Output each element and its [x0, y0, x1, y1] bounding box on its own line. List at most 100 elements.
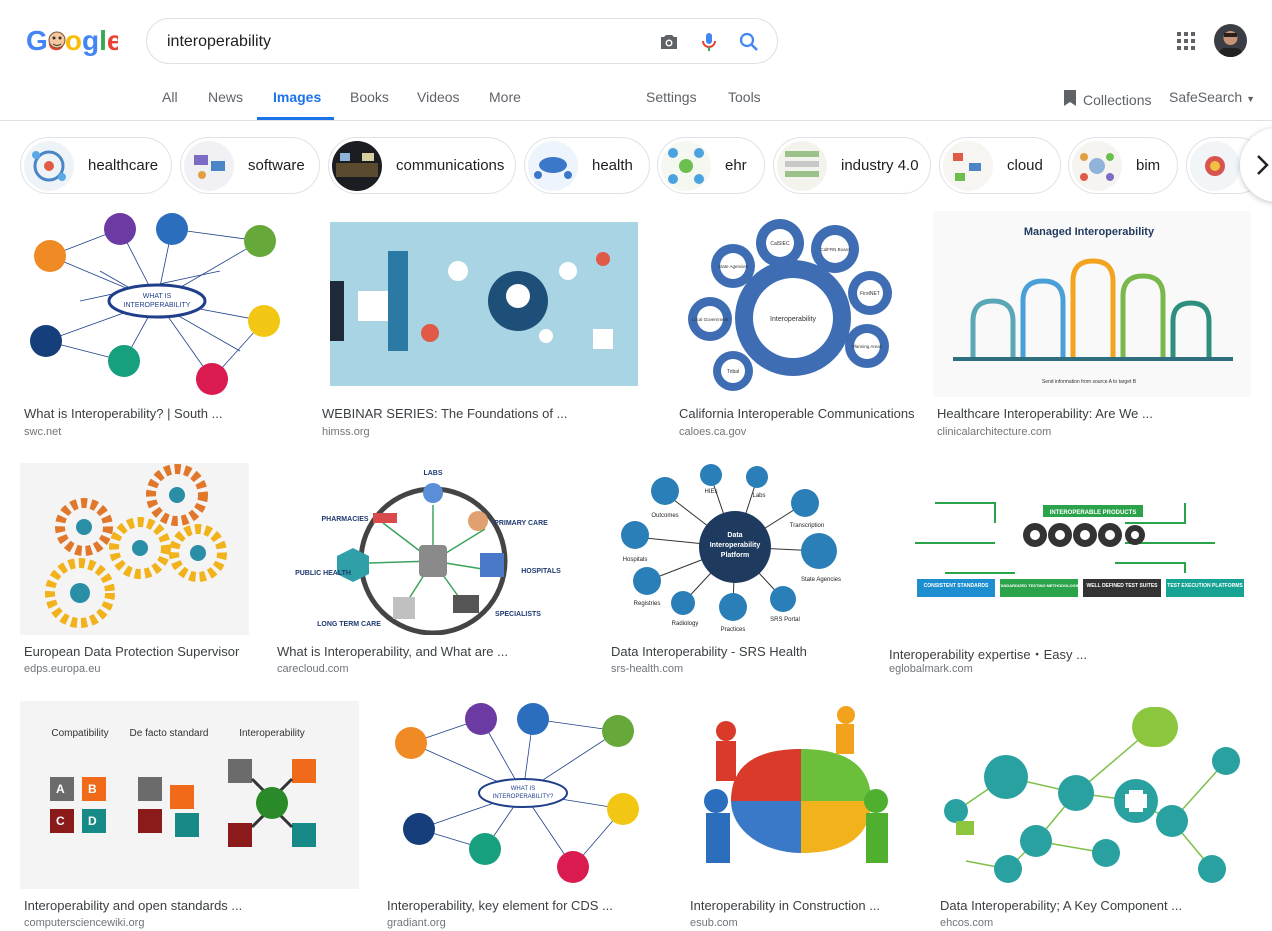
chip-thumbnail: [1190, 140, 1240, 191]
image-text: INTEROPERABILITY?: [493, 794, 554, 800]
result-title: Data Interoperability; A Key Component .…: [940, 898, 1183, 913]
result-title: Interoperability expertise・Easy ...: [889, 647, 1087, 662]
result-title: European Data Protection Supervisor: [24, 644, 240, 659]
image-result[interactable]: LABS PHARMACIES PRIMARY CARE PUBLIC HEAL…: [273, 463, 583, 683]
image-text: Transcription: [790, 523, 824, 529]
image-text: Interoperability: [770, 316, 816, 323]
image-result[interactable]: INTEROPERABLE PRODUCTS CONSISTENT STANDA…: [885, 463, 1251, 683]
image-text: STANDARDIZED TESTING METHODOLOGIES: [996, 583, 1083, 588]
chevron-right-icon: [1254, 153, 1270, 182]
result-title: California Interoperable Communications: [679, 406, 915, 421]
image-text: Hospitals: [623, 557, 648, 563]
tab-all[interactable]: All: [162, 89, 178, 105]
tab-more[interactable]: More: [489, 89, 521, 105]
image-text: Radiology: [672, 621, 699, 627]
result-source: carecloud.com: [277, 663, 349, 675]
avatar[interactable]: [1214, 24, 1247, 57]
result-source: edps.europa.eu: [24, 663, 101, 675]
chip-software[interactable]: software: [180, 137, 320, 194]
result-source: esub.com: [690, 917, 738, 929]
image-text: SRS Portal: [770, 617, 800, 623]
tab-news[interactable]: News: [208, 89, 243, 105]
image-result[interactable]: Data Interoperability Platform HIEs Labs…: [607, 463, 861, 683]
image-result[interactable]: WEBINAR SERIES: The Foundations of ... h…: [318, 211, 650, 441]
apps-grid-icon[interactable]: [1175, 30, 1197, 52]
image-text: Managed Interoperability: [1024, 226, 1155, 238]
collections-button[interactable]: Collections: [1063, 89, 1151, 110]
result-thumbnail: WHAT IS INTEROPERABILITY?: [383, 701, 662, 889]
tab-settings[interactable]: Settings: [646, 89, 697, 105]
collections-label: Collections: [1083, 91, 1152, 108]
image-text: PUBLIC HEALTH: [295, 570, 351, 577]
chip-thumbnail: [24, 140, 74, 191]
image-result[interactable]: Interoperability in Construction ... esu…: [686, 701, 912, 929]
image-text: Compatibility: [51, 728, 108, 739]
image-text: State Agencies: [801, 577, 841, 583]
image-text: Practices: [721, 627, 746, 633]
image-text: Planning Areas: [852, 344, 883, 349]
chip-communications[interactable]: communications: [328, 137, 516, 194]
image-text: SPECIALISTS: [495, 611, 541, 618]
image-text: Send information from source A to target…: [1042, 379, 1137, 385]
result-title: What is Interoperability, and What are .…: [277, 644, 508, 659]
image-text: De facto standard: [130, 728, 209, 739]
result-thumbnail: LABS PHARMACIES PRIMARY CARE PUBLIC HEAL…: [273, 463, 583, 635]
image-result[interactable]: WHAT IS INTEROPERABILITY What is Interop…: [20, 211, 294, 441]
chip-cloud[interactable]: cloud: [939, 137, 1061, 194]
tab-tools[interactable]: Tools: [728, 89, 761, 105]
chip-bim[interactable]: bim: [1068, 137, 1178, 194]
image-result[interactable]: Compatibility De facto standard Interope…: [20, 701, 359, 929]
microphone-icon[interactable]: [697, 30, 721, 54]
image-text: PHARMACIES: [321, 516, 368, 523]
image-text: WHAT IS: [143, 293, 172, 300]
chip-thumbnail: [943, 140, 993, 191]
chip-thumbnail: [777, 140, 827, 191]
image-text: Tribal: [727, 369, 739, 375]
image-text: Interoperability: [239, 728, 305, 739]
chip-label: ehr: [725, 157, 747, 174]
image-text: FirstNET: [860, 291, 880, 297]
result-title: Interoperability in Construction ...: [690, 898, 881, 913]
svg-text:Google: Google: [26, 25, 118, 56]
chip-healthcare[interactable]: healthcare: [20, 137, 172, 194]
safesearch-label: SafeSearch: [1169, 89, 1243, 105]
chip-health[interactable]: health: [524, 137, 650, 194]
safesearch-dropdown[interactable]: SafeSearch ▼: [1169, 89, 1255, 105]
image-text: Outcomes: [651, 513, 678, 519]
tab-images[interactable]: Images: [273, 89, 321, 105]
tab-videos[interactable]: Videos: [417, 89, 460, 105]
image-text: Registries: [634, 601, 661, 607]
image-text: Local Government: [692, 317, 730, 322]
image-result[interactable]: WHAT IS INTEROPERABILITY? Interoperabili…: [383, 701, 662, 929]
image-text: Platform: [721, 552, 749, 559]
chip-label: healthcare: [88, 157, 159, 174]
header-divider: [0, 120, 1272, 121]
tab-books[interactable]: Books: [350, 89, 389, 105]
image-result[interactable]: European Data Protection Supervisor edps…: [20, 463, 249, 683]
image-text: CalSIEC: [770, 241, 790, 247]
chip-industry-4-0[interactable]: industry 4.0: [773, 137, 931, 194]
image-text: WHAT IS: [511, 786, 535, 792]
image-text: B: [88, 782, 97, 796]
chip-thumbnail: [184, 140, 234, 191]
chip-thumbnail: [332, 140, 382, 191]
chip-label: industry 4.0: [841, 157, 919, 174]
image-text: Labs: [752, 493, 765, 499]
result-title: Interoperability, key element for CDS ..…: [387, 898, 613, 913]
camera-icon[interactable]: [657, 30, 681, 54]
image-result[interactable]: Managed Interoperability Send informatio…: [933, 211, 1251, 441]
chip-ehr[interactable]: ehr: [657, 137, 765, 194]
google-logo[interactable]: Google: [26, 22, 122, 58]
image-text: D: [88, 814, 97, 828]
image-text: Data: [727, 532, 742, 539]
result-source: eglobalmark.com: [889, 663, 973, 675]
chip-label: communications: [396, 157, 505, 174]
search-icon[interactable]: [737, 30, 761, 54]
result-source: computersciencewiki.org: [24, 917, 145, 929]
image-result[interactable]: Interoperability CalSIEC CalFRN Board Fi…: [675, 211, 915, 441]
search-input[interactable]: [167, 31, 637, 53]
image-result[interactable]: Data Interoperability; A Key Component .…: [936, 701, 1252, 929]
result-source: gradiant.org: [387, 917, 446, 929]
image-text: HOSPITALS: [521, 568, 561, 575]
result-thumbnail: [318, 211, 650, 397]
